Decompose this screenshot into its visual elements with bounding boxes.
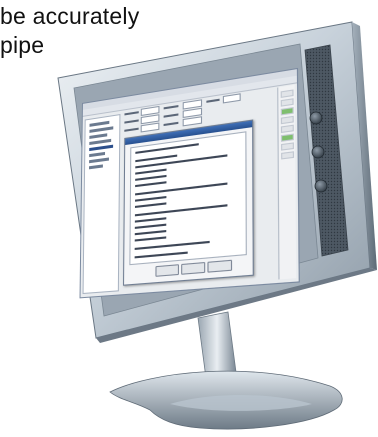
results-dialog [123, 119, 254, 285]
monitor-stand-neck [198, 312, 236, 378]
tree-panel [83, 114, 121, 294]
status-column [277, 85, 296, 280]
monitor-control-button [310, 112, 322, 124]
dialog-button[interactable] [155, 264, 179, 277]
monitor-power-button [315, 180, 327, 192]
monitor-control-button [312, 146, 324, 158]
dialog-button[interactable] [181, 262, 205, 275]
dialog-button[interactable] [207, 260, 232, 273]
dialog-text-area [129, 131, 246, 265]
monitor-screen [80, 68, 300, 299]
